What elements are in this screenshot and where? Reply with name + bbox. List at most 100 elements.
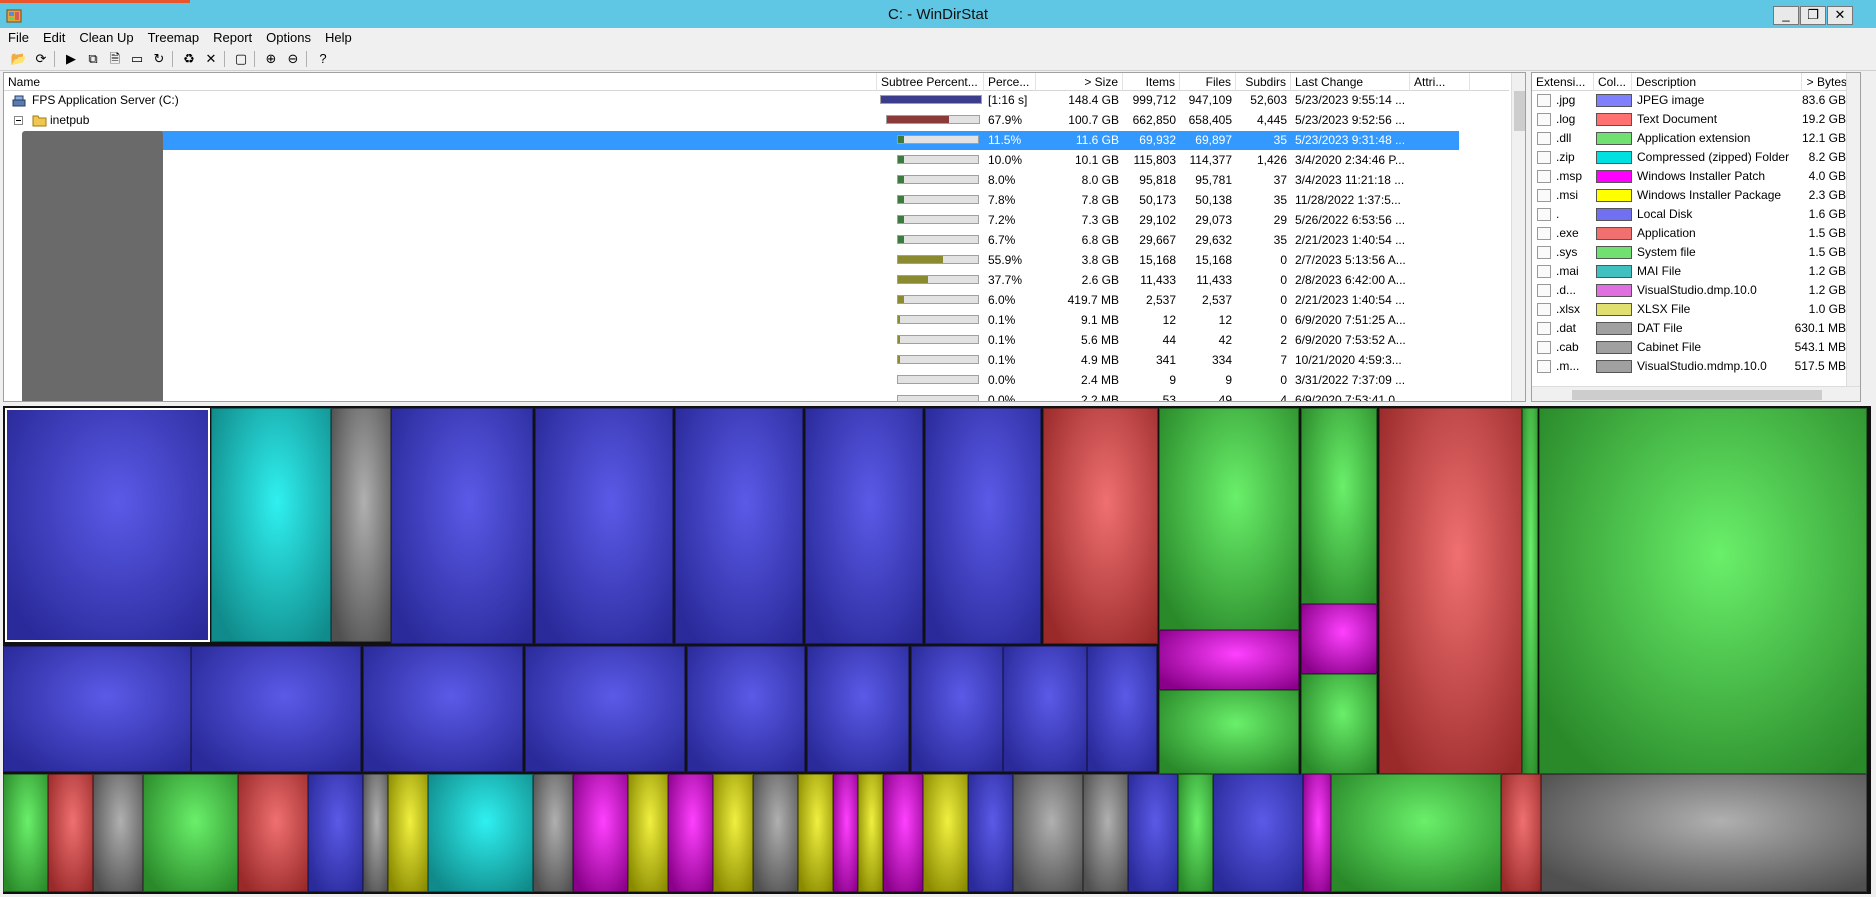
treemap-tile[interactable] [525,646,685,772]
treemap-tile[interactable] [798,774,833,892]
col-subtree-percent-header[interactable]: Subtree Percent... [877,73,984,91]
treemap-tile[interactable] [363,646,523,772]
tree-row[interactable]: 0.1% 4.9 MB 341 334 7 10/21/2020 4:59:3... [4,351,1509,370]
refresh-icon[interactable]: ⟳ [32,50,50,68]
explorer-icon[interactable]: 🗎 [106,50,124,68]
scroll-thumb[interactable] [1572,390,1822,400]
col-items-header[interactable]: Items [1123,73,1180,91]
treemap-tile[interactable] [308,774,363,892]
treemap-tile[interactable] [753,774,798,892]
tree-row[interactable]: 6.7% 6.8 GB 29,667 29,632 35 2/21/2023 1:40:5… [4,231,1509,250]
treemap-tile[interactable] [805,408,923,644]
directory-tree[interactable]: Name Subtree Percent... Perce... > Size Item… [3,72,1526,402]
treemap-tile[interactable] [713,774,753,892]
treemap-tile[interactable] [533,774,573,892]
minimize-button[interactable]: _ [1773,6,1799,25]
treemap-tile[interactable] [143,774,238,892]
col-last-change-header[interactable]: Last Change [1291,73,1410,91]
treemap[interactable] [3,406,1871,894]
treemap-tile[interactable] [1159,408,1299,630]
extension-horizontal-scrollbar[interactable] [1532,386,1860,401]
new-folder-icon[interactable]: ▢ [232,50,250,68]
col-attributes-header[interactable]: Attri... [1410,73,1470,91]
col-size-header[interactable]: > Size [1036,73,1123,91]
treemap-tile[interactable] [1159,630,1299,690]
treemap-tile[interactable] [191,646,361,772]
treemap-tile[interactable] [807,646,909,772]
treemap-tile[interactable] [428,774,533,892]
maximize-button[interactable]: ❐ [1800,6,1826,25]
tree-row[interactable]: 8.0% 8.0 GB 95,818 95,781 37 3/4/2023 11:21:1… [4,171,1509,190]
copy-icon[interactable]: ⧉ [84,50,102,68]
treemap-tile[interactable] [968,774,1013,892]
treemap-tile[interactable] [1501,774,1541,892]
tree-row[interactable]: 0.1% 9.1 MB 12 12 0 6/9/2020 7:51:25 A... [4,311,1509,330]
title-bar[interactable]: C: - WinDirStat _ ❐ ✕ [0,0,1876,28]
extension-row[interactable]: .d... VisualStudio.dmp.10.0 1.2 GB [1532,281,1860,300]
col-bytes-header[interactable]: > Bytes [1802,73,1852,91]
menu-help[interactable]: Help [317,28,358,47]
tree-row[interactable]: FPS Application Server (C:) [1:16 s] 148.4… [4,91,1509,110]
tree-row[interactable]: 0.0% 2.2 MB 53 49 4 6/9/2020 7:53:41 0... [4,391,1509,401]
menu-edit[interactable]: Edit [35,28,71,47]
treemap-tile[interactable] [1303,774,1331,892]
play-icon[interactable]: ▶ [62,50,80,68]
treemap-tile[interactable] [1301,408,1377,604]
zoom-out-icon[interactable]: ⊖ [284,50,302,68]
open-icon[interactable]: 📂 [10,50,28,68]
tree-row[interactable]: 6.0% 419.7 MB 2,537 2,537 0 2/21/2023 1:40:54… [4,291,1509,310]
help-icon[interactable]: ? [314,50,332,68]
treemap-tile[interactable] [93,774,143,892]
cmd-icon[interactable]: ▭ [128,50,146,68]
treemap-tile[interactable] [1541,774,1867,892]
treemap-tile[interactable] [1539,408,1867,774]
col-color-header[interactable]: Col... [1594,73,1632,91]
tree-row[interactable]: 55.9% 3.8 GB 15,168 15,168 0 2/7/2023 5:13:56… [4,251,1509,270]
extension-row[interactable]: .log Text Document 19.2 GB [1532,110,1860,129]
tree-row[interactable]: inetpub 67.9% 100.7 GB 662,850 658,405 4,445 5… [4,111,1509,130]
col-subdirs-header[interactable]: Subdirs [1236,73,1291,91]
treemap-tile[interactable] [628,774,668,892]
extension-row[interactable]: .exe Application 1.5 GB [1532,224,1860,243]
treemap-tile[interactable] [833,774,858,892]
treemap-tile[interactable] [687,646,805,772]
treemap-tile[interactable] [675,408,803,644]
scroll-thumb[interactable] [1514,91,1525,131]
extension-row[interactable]: .m... VisualStudio.mdmp.10.0 517.5 MB [1532,357,1860,376]
treemap-tile[interactable] [883,774,923,892]
extension-row[interactable]: .msp Windows Installer Patch 4.0 GB [1532,167,1860,186]
extension-row[interactable]: .dat DAT File 630.1 MB [1532,319,1860,338]
col-name-header[interactable]: Name [4,73,877,91]
col-files-header[interactable]: Files [1180,73,1236,91]
tree-row[interactable]: 7.2% 7.3 GB 29,102 29,073 29 5/26/2022 6:53:5… [4,211,1509,230]
tree-row[interactable]: 7.8% 7.8 GB 50,173 50,138 35 11/28/2022 1:37:… [4,191,1509,210]
extension-row[interactable]: .msi Windows Installer Package 2.3 GB [1532,186,1860,205]
extension-row[interactable]: .zip Compressed (zipped) Folder 8.2 GB [1532,148,1860,167]
col-description-header[interactable]: Description [1632,73,1802,91]
treemap-tile[interactable] [1013,774,1083,892]
treemap-tile[interactable] [925,408,1041,644]
treemap-tile[interactable] [911,646,1003,772]
col-percent-header[interactable]: Perce... [984,73,1036,91]
collapse-icon[interactable] [10,111,24,130]
refresh-selected-icon[interactable]: ↻ [150,50,168,68]
extension-row[interactable]: .sys System file 1.5 GB [1532,243,1860,262]
treemap-tile[interactable] [668,774,713,892]
treemap-tile[interactable] [3,646,191,772]
treemap-tile[interactable] [388,774,428,892]
col-extension-header[interactable]: Extensi... [1532,73,1594,91]
treemap-tile[interactable] [573,774,628,892]
treemap-tile[interactable] [1043,408,1158,644]
extension-row[interactable]: .cab Cabinet File 543.1 MB [1532,338,1860,357]
extension-vertical-scrollbar[interactable] [1846,73,1860,386]
tree-row[interactable]: 37.7% 2.6 GB 11,433 11,433 0 2/8/2023 6:42:00… [4,271,1509,290]
treemap-tile[interactable] [391,408,533,644]
zoom-in-icon[interactable]: ⊕ [262,50,280,68]
treemap-tile[interactable] [1087,646,1157,772]
tree-row[interactable]: 0.0% 2.4 MB 9 9 0 3/31/2022 7:37:09 ... [4,371,1509,390]
extension-row[interactable]: .xlsx XLSX File 1.0 GB [1532,300,1860,319]
tree-row[interactable]: 10.0% 10.1 GB 115,803 114,377 1,426 3/4/2020 … [4,151,1509,170]
extension-row[interactable]: .dll Application extension 12.1 GB [1532,129,1860,148]
treemap-tile[interactable] [363,774,388,892]
recycle-icon[interactable]: ♻ [180,50,198,68]
